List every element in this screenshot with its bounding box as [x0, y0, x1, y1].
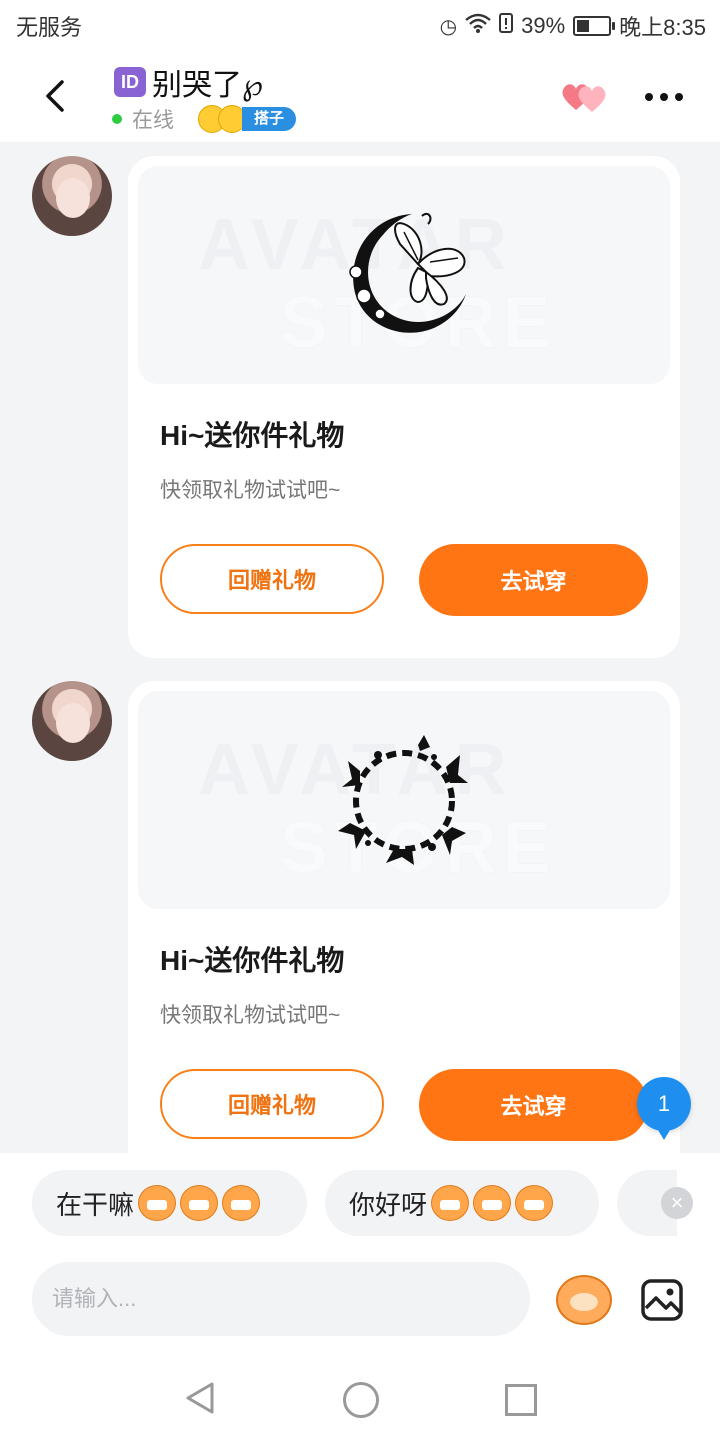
data-icon: ◷	[439, 15, 458, 38]
battery-fill	[577, 20, 589, 32]
try-on-button[interactable]: 去试穿	[419, 1069, 648, 1141]
return-gift-button[interactable]: 回赠礼物	[160, 544, 384, 614]
close-quick-replies-icon[interactable]: ×	[661, 1187, 693, 1219]
buddy-badge[interactable]: 搭子	[198, 105, 297, 133]
nav-back-icon[interactable]	[184, 1380, 216, 1416]
image-button[interactable]	[640, 1278, 684, 1322]
card-title: Hi~送你件礼物	[160, 945, 345, 976]
avatar-face	[56, 703, 90, 743]
quick-reply-chip[interactable]: 你好呀	[325, 1170, 599, 1236]
quick-reply-text: 在干嘛	[56, 1189, 135, 1220]
like-button[interactable]	[560, 80, 610, 114]
laughing-monkey-icon	[222, 1185, 261, 1221]
moon-butterfly-icon	[349, 212, 466, 333]
smiling-monkey-icon	[473, 1185, 512, 1221]
card-subtitle: 快领取礼物试试吧~	[160, 1004, 341, 1027]
more-icon	[645, 93, 653, 101]
carrier-text: 无服务	[16, 15, 83, 40]
avatar-face	[56, 178, 90, 218]
title-row: ID 别哭了℘	[114, 60, 263, 104]
status-row: 在线 搭子	[112, 104, 297, 134]
more-button[interactable]	[640, 80, 688, 114]
emoji-icon[interactable]	[556, 1275, 612, 1325]
status-icons: ◷ 39% 晚上8:35	[440, 10, 706, 42]
butterfly-wreath-icon	[338, 735, 468, 865]
system-nav-bar	[0, 1358, 720, 1440]
chat-header: ID 别哭了℘ 在线 搭子	[0, 50, 720, 142]
image-icon	[641, 1279, 683, 1321]
alert-icon	[499, 13, 514, 39]
gift-card: AVATAR STORE Hi~送你件礼物 快领取礼物试试吧~ 回赠礼物 去试穿	[128, 681, 680, 1183]
id-badge: ID	[114, 67, 146, 97]
more-icon-dot	[675, 93, 683, 101]
more-icon-dot	[660, 93, 668, 101]
gift-image[interactable]: AVATAR STORE	[138, 166, 670, 384]
gift-card: AVATAR STORE Hi~送你件礼物 快领取礼物试试吧~ 回赠礼物 去试穿	[128, 156, 680, 658]
quick-reply-text: 你好呀	[349, 1189, 428, 1220]
smiling-monkey-icon	[515, 1185, 554, 1221]
status-bar: 无服务 ◷ 39% 晚上8:35	[0, 0, 720, 50]
card-title: Hi~送你件礼物	[160, 420, 345, 451]
hearts-icon	[562, 84, 606, 112]
composer-area: 在干嘛 你好呀 ×	[0, 1153, 720, 1440]
wifi-icon	[465, 13, 491, 39]
back-button[interactable]	[36, 74, 76, 118]
try-on-button[interactable]: 去试穿	[419, 544, 648, 616]
unread-badge[interactable]: 1	[637, 1077, 691, 1140]
online-dot-icon	[112, 114, 122, 124]
clock: 晚上8:35	[619, 15, 706, 40]
laughing-monkey-icon	[180, 1185, 219, 1221]
quick-reply-chip[interactable]: 在干嘛	[32, 1170, 307, 1236]
message-input[interactable]	[32, 1262, 530, 1336]
battery-icon	[573, 16, 616, 36]
nav-home-icon[interactable]	[343, 1382, 379, 1418]
avatar[interactable]	[32, 156, 112, 236]
gift-image[interactable]: AVATAR STORE	[138, 691, 670, 909]
battery-percent: 39%	[521, 13, 566, 38]
buddy-tag: 搭子	[242, 107, 297, 131]
laughing-monkey-icon	[138, 1185, 177, 1221]
contact-name[interactable]: 别哭了℘	[152, 60, 263, 104]
smiling-monkey-icon	[431, 1185, 470, 1221]
card-subtitle: 快领取礼物试试吧~	[160, 479, 341, 502]
nav-recent-icon[interactable]	[505, 1384, 537, 1416]
online-status: 在线	[132, 109, 174, 132]
return-gift-button[interactable]: 回赠礼物	[160, 1069, 384, 1139]
avatar[interactable]	[32, 681, 112, 761]
back-arrow-icon	[46, 80, 64, 112]
